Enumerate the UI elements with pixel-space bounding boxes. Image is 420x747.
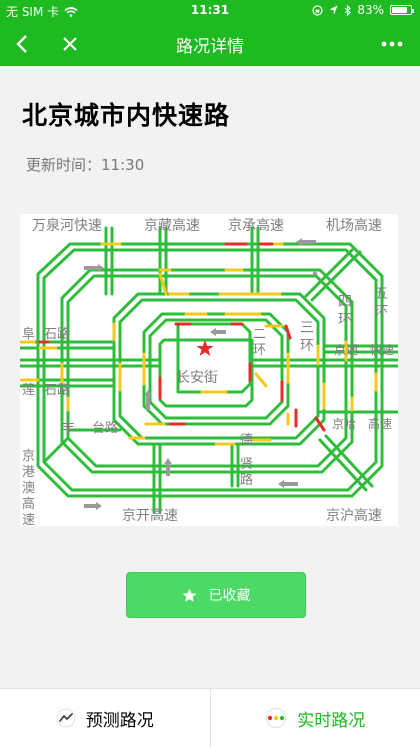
label-fucheng-road: 石路 [44,326,70,342]
label-jinggang-2: 港 [22,465,35,480]
label-jingkai: 京开高速 [122,507,178,524]
location-icon [329,5,338,15]
traffic-dots-icon [266,708,287,728]
label-jingzang: 京藏高速 [144,217,200,234]
page-title: 北京城市内快速路 [22,101,231,130]
trend-line-icon [56,708,76,728]
label-jingha: 京哈 [332,417,356,431]
label-fu: 阜 [22,326,35,342]
arrow-icon [210,328,226,336]
arrow-icon [84,502,102,510]
label-wu-1: 五 [374,286,388,302]
label-san-1: 三 [300,320,314,336]
bluetooth-icon [344,4,352,16]
label-gaosu: 高速 [368,416,392,431]
battery-icon [390,5,414,15]
label-de: 德 [240,433,253,448]
label-changan: 长安街 [176,370,218,386]
battery-percent: 83% [357,3,384,17]
jinggang-1 [42,436,70,464]
label-si-2: 环 [338,312,352,328]
label-kuaisu: 快速 [370,343,394,357]
label-si-1: 四 [338,294,352,310]
tab-realtime-label: 实时路况 [297,710,366,731]
label-jinggang-3: 澳 [22,480,35,496]
label-jinggang-1: 京 [22,449,35,464]
label-xianlu-2: 路 [240,472,253,488]
status-right: 83% [312,3,414,17]
label-jingcheng: 京承高速 [228,217,284,234]
label-wanquanhe: 万泉河快速 [32,217,102,234]
label-jichang: 机场高速 [326,217,382,234]
status-bar: 无 SIM 卡 11:31 83% [0,0,420,22]
arrow-icon [278,480,298,488]
tab-forecast-label: 预测路况 [85,710,154,731]
label-er-1: 二 [253,327,266,342]
update-time-label: 更新时间： [26,156,102,174]
nav-bar: 路况详情 [0,22,420,66]
label-san-2: 环 [300,338,314,354]
traffic-map[interactable]: 万泉河快速 京藏高速 京承高速 机场高速 阜 石路 莲 石路 丰 台路 京 港 … [18,214,400,528]
more-button[interactable] [376,28,408,60]
battery-level-fill [392,7,407,13]
rotation-lock-icon [312,4,323,16]
more-dots-icon [381,41,403,47]
content-area: 北京城市内快速路 更新时间：11:30 万泉河快速 京藏高速 京承高速 机场高速… [0,66,420,688]
label-lianshi-road: 石路 [44,382,70,398]
tab-realtime[interactable]: 实时路况 [209,689,420,747]
label-fengtai-road: 台路 [92,420,118,436]
label-er-2: 环 [253,343,266,358]
tab-forecast[interactable]: 预测路况 [0,689,210,747]
bottom-tab-bar: 预测路况 实时路况 [0,688,420,747]
collected-button-label: 已收藏 [208,588,251,604]
label-wu-2: 环 [374,304,388,320]
label-jinggang-5: 速 [22,513,35,526]
traffic-map-svg: 万泉河快速 京藏高速 京承高速 机场高速 阜 石路 莲 石路 丰 台路 京 港 … [18,217,400,528]
star-icon [182,588,196,602]
label-lian: 莲 [22,383,35,398]
nav-title: 路况详情 [176,37,244,57]
label-feng: 丰 [62,421,75,436]
label-jinggang-4: 高 [22,496,35,512]
airport-2 [310,250,362,302]
label-xianlu-1: 贤 [240,457,253,472]
label-jinghu: 京沪高速 [326,507,382,524]
tiananmen-star-icon [196,340,214,356]
collected-button[interactable]: 已收藏 [126,572,306,618]
update-time-value: 11:30 [101,156,145,174]
update-time-row: 更新时间：11:30 [26,154,144,175]
label-jingtong: 京通 [334,343,358,357]
